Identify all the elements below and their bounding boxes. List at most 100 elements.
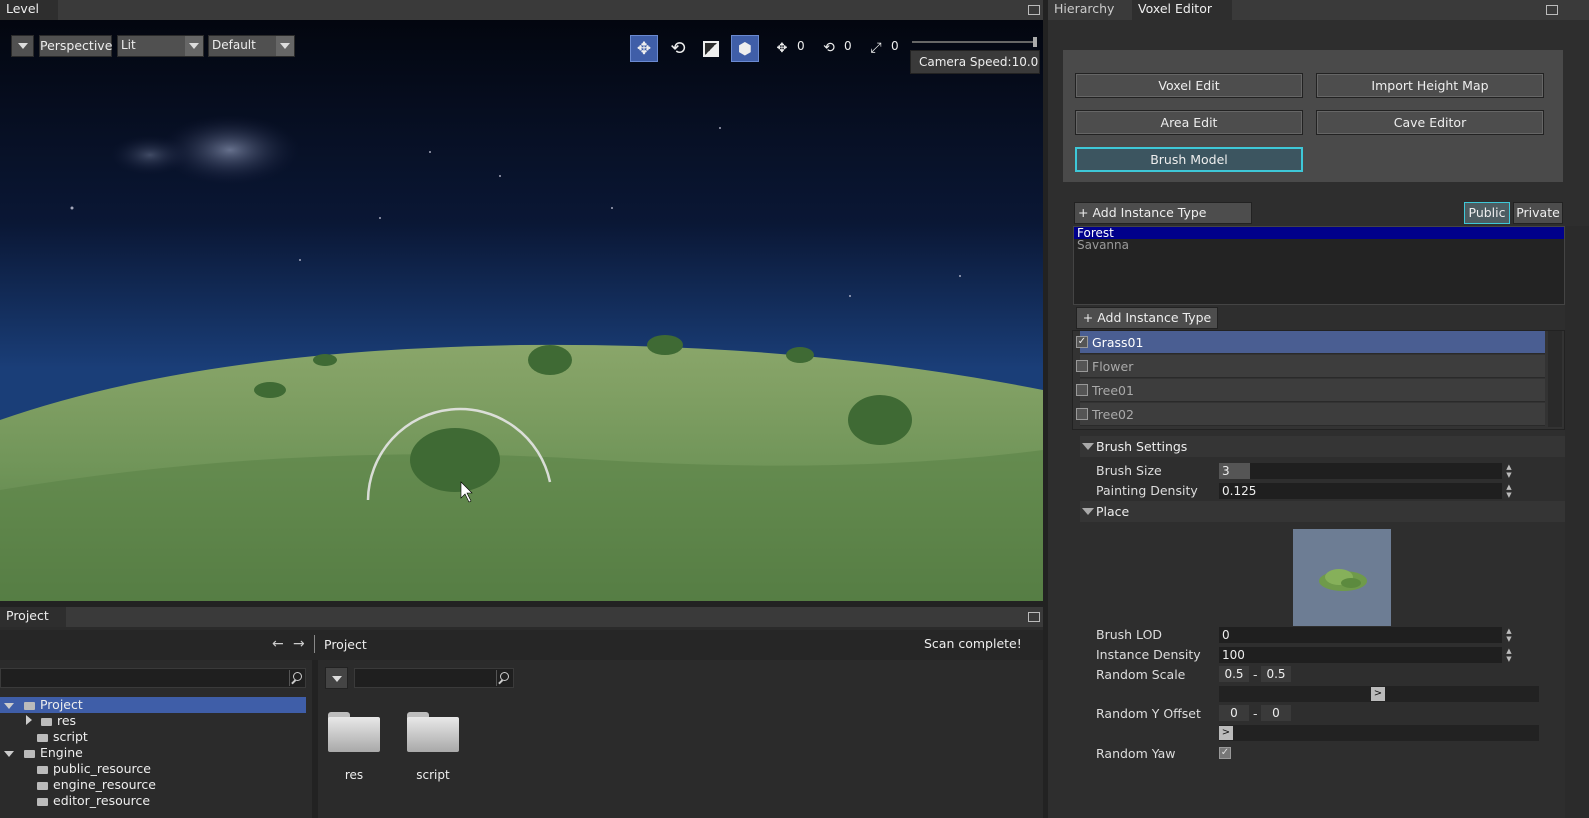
camera-speed-slider[interactable]	[912, 37, 1037, 47]
random-yaw-checkbox[interactable]: ✓	[1219, 747, 1231, 759]
world-space-button[interactable]: ⬢	[731, 35, 759, 62]
horizontal-splitter[interactable]	[0, 601, 1043, 607]
project-tree: Project res script Engine public_resourc…	[0, 696, 306, 818]
expand-arrow-icon[interactable]	[4, 703, 14, 709]
rotate-tool-button[interactable]: ⟲	[664, 35, 692, 62]
collapse-arrow-icon[interactable]	[1082, 508, 1094, 515]
shading-dropdown[interactable]: Lit	[117, 35, 204, 57]
brush-model-button[interactable]: Brush Model	[1075, 147, 1303, 172]
package-item-savanna[interactable]: Savanna	[1074, 239, 1564, 251]
tree-search-input[interactable]	[0, 668, 306, 688]
instance-row-flower[interactable]: Flower	[1076, 355, 1545, 378]
cave-editor-button[interactable]: Cave Editor	[1316, 110, 1544, 135]
tree-item-engine-resource[interactable]: engine_resource	[37, 777, 156, 793]
area-edit-button[interactable]: Area Edit	[1075, 110, 1303, 135]
random-y-min[interactable]: 0	[1219, 705, 1249, 721]
import-height-map-button[interactable]: Import Height Map	[1316, 73, 1544, 98]
tree-item-project[interactable]: Project	[0, 697, 306, 713]
random-scale-max[interactable]: 0.5	[1261, 666, 1291, 682]
instance-row-tree01[interactable]: Tree01	[1076, 379, 1545, 402]
arrow-left-icon[interactable]: ←	[272, 636, 284, 652]
chevron-down-icon	[185, 36, 203, 56]
right-panel-gutter	[1565, 226, 1589, 818]
brush-size-spinner[interactable]: ▲ ▼	[1505, 463, 1513, 479]
view-options-button[interactable]	[325, 667, 348, 689]
pin-icon[interactable]	[1028, 5, 1040, 15]
tree-item-res[interactable]: res	[26, 713, 76, 729]
collapse-arrow-icon[interactable]	[1082, 443, 1094, 450]
viewport-menu-button[interactable]	[11, 35, 34, 57]
private-toggle[interactable]: Private	[1513, 202, 1563, 224]
painting-density-field[interactable]: 0.125	[1219, 483, 1502, 499]
collapse-arrow-icon[interactable]	[26, 715, 32, 725]
move-snap-value: 0	[797, 39, 805, 53]
place-header[interactable]: Place	[1080, 501, 1589, 522]
random-y-offset-slider[interactable]: >	[1219, 725, 1539, 741]
slider-handle[interactable]: >	[1219, 726, 1233, 740]
checkbox[interactable]	[1076, 408, 1088, 420]
instance-row-grass01[interactable]: ✓ Grass01	[1076, 331, 1545, 354]
tree-item-editor-resource[interactable]: editor_resource	[37, 793, 150, 809]
camera-speed-readout: Camera Speed:10.0	[910, 50, 1040, 74]
brush-size-label: Brush Size	[1096, 463, 1162, 478]
brush-settings-header[interactable]: Brush Settings	[1080, 436, 1589, 457]
pin-icon[interactable]	[1028, 612, 1040, 622]
instance-row-tree02[interactable]: Tree02	[1076, 403, 1545, 426]
brush-lod-spinner[interactable]: ▲ ▼	[1505, 627, 1513, 643]
checkbox-checked[interactable]: ✓	[1076, 336, 1088, 348]
checkbox[interactable]	[1076, 384, 1088, 396]
search-icon[interactable]	[496, 670, 512, 686]
pin-icon[interactable]	[1546, 5, 1558, 15]
random-scale-min[interactable]: 0.5	[1219, 666, 1249, 682]
camera-speed-handle[interactable]	[1033, 37, 1037, 47]
arrow-right-icon[interactable]: →	[293, 636, 305, 652]
rotate-icon: ⟲	[670, 38, 686, 59]
scene-viewport[interactable]: Perspective Lit Default ✥ ⟲ ⬢ ✥ 0 ⟲ 0 ⤢ …	[0, 20, 1043, 601]
scale-snap-value: 0	[891, 39, 899, 53]
add-instance-type-button[interactable]: + Add Instance Type	[1076, 307, 1218, 329]
scale-snap-button[interactable]: ⤢	[866, 37, 886, 59]
instance-list-scrollbar[interactable]	[1548, 331, 1562, 427]
checkbox[interactable]	[1076, 360, 1088, 372]
scale-tool-button[interactable]	[697, 35, 725, 62]
brush-size-field[interactable]: 3	[1219, 463, 1502, 479]
add-package-button[interactable]: + Add Instance Type Package	[1074, 202, 1252, 240]
expand-arrow-icon[interactable]	[4, 751, 14, 757]
tab-level[interactable]: Level	[0, 0, 58, 20]
move-snap-button[interactable]: ✥	[772, 37, 792, 59]
painting-density-spinner[interactable]: ▲ ▼	[1505, 483, 1513, 499]
tree-item-script[interactable]: script	[37, 729, 88, 745]
perspective-button[interactable]: Perspective	[39, 35, 112, 57]
grass-preview-image	[1319, 569, 1367, 591]
public-toggle[interactable]: Public	[1464, 202, 1510, 224]
instance-density-label: Instance Density	[1096, 647, 1201, 662]
instance-density-field[interactable]: 100	[1219, 647, 1502, 663]
file-item-res[interactable]: res	[326, 710, 382, 790]
tab-hierarchy[interactable]: Hierarchy	[1048, 0, 1130, 20]
scan-status: Scan complete!	[924, 636, 1022, 651]
file-item-script[interactable]: script	[405, 710, 461, 790]
tree-item-public-resource[interactable]: public_resource	[37, 761, 151, 777]
project-splitter[interactable]	[312, 660, 318, 818]
random-scale-slider[interactable]: >	[1219, 686, 1539, 702]
tree-item-engine[interactable]: Engine	[0, 745, 83, 761]
tree-label: res	[56, 713, 77, 728]
file-label: res	[344, 768, 364, 782]
brush-lod-label: Brush LOD	[1096, 627, 1163, 642]
voxel-edit-button[interactable]: Voxel Edit	[1075, 73, 1303, 98]
section-title: Place	[1096, 504, 1130, 519]
brush-lod-field[interactable]: 0	[1219, 627, 1502, 643]
rotate-snap-button[interactable]: ⟲	[819, 37, 839, 59]
slider-handle[interactable]: >	[1371, 687, 1385, 701]
breadcrumb[interactable]: Project	[324, 637, 367, 652]
search-icon[interactable]	[289, 670, 305, 686]
random-y-max[interactable]: 0	[1261, 705, 1291, 721]
package-item-forest[interactable]: Forest	[1074, 227, 1564, 239]
tab-project[interactable]: Project	[0, 607, 66, 627]
tab-voxel-editor[interactable]: Voxel Editor	[1132, 0, 1232, 20]
instance-density-spinner[interactable]: ▲ ▼	[1505, 647, 1513, 663]
rotate-snap-icon: ⟲	[823, 40, 835, 56]
layout-dropdown[interactable]: Default	[208, 35, 295, 57]
move-tool-button[interactable]: ✥	[630, 35, 658, 62]
file-search-input[interactable]	[354, 668, 514, 688]
